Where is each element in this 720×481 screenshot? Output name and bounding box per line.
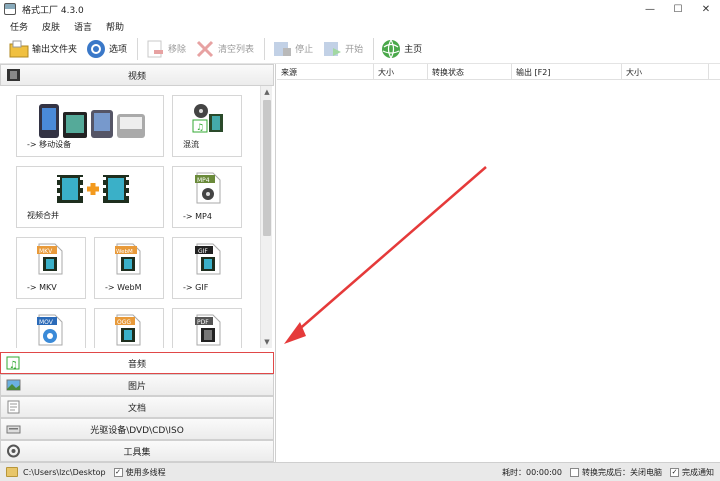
webm-file-icon: WebM — [113, 242, 143, 279]
column-output[interactable]: 输出 [F2] — [512, 64, 622, 80]
multithread-label: 使用多线程 — [125, 467, 166, 477]
clear-list-button[interactable]: 清空列表 — [194, 37, 254, 61]
gif-file-icon: GIF — [193, 242, 223, 279]
output-path[interactable]: C:\Users\lzc\Desktop — [23, 468, 106, 477]
tile-mp4[interactable]: MP4 -> MP4 — [172, 166, 242, 228]
task-list-header: 来源 大小 转换状态 输出 [F2] 大小 — [277, 64, 720, 80]
tile-webm[interactable]: WebM -> WebM — [94, 237, 164, 299]
globe-icon — [380, 38, 402, 60]
start-icon — [321, 38, 343, 60]
task-list[interactable] — [277, 80, 720, 462]
category-audio[interactable]: ♫ 音频 — [0, 352, 274, 374]
close-button[interactable]: ✕ — [692, 0, 720, 18]
tile-mobile-device[interactable]: -> 移动设备 — [16, 95, 164, 157]
pdf-file-icon: PDF — [193, 313, 223, 348]
svg-text:♫: ♫ — [196, 123, 204, 133]
file-badge-text: WebM — [116, 249, 133, 255]
file-badge-text: OGG — [117, 319, 131, 326]
toolbar-separator — [264, 37, 266, 60]
options-button[interactable]: 选项 — [85, 37, 127, 61]
tile-ogg[interactable]: OGG — [94, 308, 164, 348]
mux-icon: ♫ — [191, 102, 225, 137]
mp4-file-icon: MP4 — [193, 171, 223, 208]
video-tiles: -> 移动设备 ♫ 混流 视频合并 MP4 -> MP4 MKV -> MKV … — [0, 86, 260, 348]
file-badge-text: MOV — [39, 319, 54, 326]
column-source[interactable]: 来源 — [277, 64, 374, 80]
file-badge-text: GIF — [198, 248, 208, 255]
mobile-devices-icon — [37, 102, 149, 143]
toolbar-separator — [373, 37, 375, 60]
picture-icon — [6, 378, 21, 392]
category-tools[interactable]: 工具集 — [0, 440, 274, 462]
after-convert-label: 转换完成后：关闭电脑 — [582, 468, 662, 477]
scroll-down-icon[interactable]: ▼ — [261, 336, 273, 348]
column-size[interactable]: 大小 — [374, 64, 428, 80]
menu-help[interactable]: 帮助 — [106, 20, 124, 33]
elapsed-time: 耗时：00:00:00 — [502, 468, 562, 477]
column-output-size[interactable]: 大小 — [622, 64, 709, 80]
mov-file-icon: MOV — [35, 313, 65, 348]
file-badge-text: MKV — [39, 248, 53, 255]
file-badge-text: MP4 — [197, 177, 210, 184]
category-panel: 视频 -> 移动设备 ♫ 混流 视频合并 MP4 -> MP4 MKV -> M… — [0, 64, 276, 462]
svg-text:♫: ♫ — [9, 360, 18, 370]
folder-icon — [8, 38, 30, 60]
toolbar: 输出文件夹 选项 移除 清空列表 停止 开始 主页 — [0, 34, 720, 64]
tools-icon — [6, 444, 21, 458]
file-badge-text: PDF — [197, 319, 209, 326]
category-document[interactable]: 文档 — [0, 396, 274, 418]
start-button[interactable]: 开始 — [321, 37, 363, 61]
video-join-icon — [55, 173, 131, 208]
menu-skin[interactable]: 皮肤 — [42, 20, 60, 33]
tiles-scrollbar[interactable]: ▲ ▼ — [260, 86, 272, 348]
music-note-icon: ♫ — [6, 356, 21, 371]
stop-icon — [271, 38, 293, 60]
category-image[interactable]: 图片 — [0, 374, 274, 396]
after-convert-checkbox[interactable] — [570, 468, 579, 477]
remove-icon — [144, 38, 166, 60]
disc-drive-icon — [6, 422, 21, 436]
notify-checkbox[interactable]: ✓ — [670, 468, 679, 477]
ogg-file-icon: OGG — [113, 313, 143, 348]
minimize-button[interactable]: — — [636, 0, 664, 18]
scroll-thumb[interactable] — [263, 100, 271, 236]
category-video[interactable]: 视频 — [0, 64, 274, 86]
tile-gif[interactable]: GIF -> GIF — [172, 237, 242, 299]
title-bar: 格式工厂 4.3.0 — ☐ ✕ — [0, 0, 720, 18]
tile-mux[interactable]: ♫ 混流 — [172, 95, 242, 157]
toolbar-separator — [137, 37, 139, 60]
options-icon — [85, 38, 107, 60]
output-folder-button[interactable]: 输出文件夹 — [8, 37, 77, 61]
scroll-up-icon[interactable]: ▲ — [261, 86, 273, 98]
multithread-checkbox[interactable]: ✓ — [113, 467, 123, 477]
film-icon — [6, 68, 21, 82]
category-disc[interactable]: 光驱设备\DVD\CD\ISO — [0, 418, 274, 440]
mkv-file-icon: MKV — [35, 242, 65, 279]
menu-task[interactable]: 任务 — [10, 20, 28, 33]
menu-bar: 任务 皮肤 语言 帮助 — [0, 18, 720, 34]
status-bar: C:\Users\lzc\Desktop ✓ 使用多线程 耗时：00:00:00… — [0, 462, 720, 481]
document-icon — [6, 400, 21, 414]
menu-language[interactable]: 语言 — [74, 20, 92, 33]
clear-icon — [194, 38, 216, 60]
tile-video-join[interactable]: 视频合并 — [16, 166, 164, 228]
stop-button[interactable]: 停止 — [271, 37, 313, 61]
home-button[interactable]: 主页 — [380, 37, 422, 61]
app-icon — [4, 3, 16, 15]
column-status[interactable]: 转换状态 — [428, 64, 512, 80]
tile-pdf[interactable]: PDF — [172, 308, 242, 348]
window-title: 格式工厂 4.3.0 — [22, 5, 84, 16]
tile-mkv[interactable]: MKV -> MKV — [16, 237, 86, 299]
notify-label: 完成通知 — [682, 468, 714, 477]
remove-button[interactable]: 移除 — [144, 37, 186, 61]
maximize-button[interactable]: ☐ — [664, 0, 692, 18]
folder-icon[interactable] — [6, 467, 18, 477]
tile-mov[interactable]: MOV — [16, 308, 86, 348]
